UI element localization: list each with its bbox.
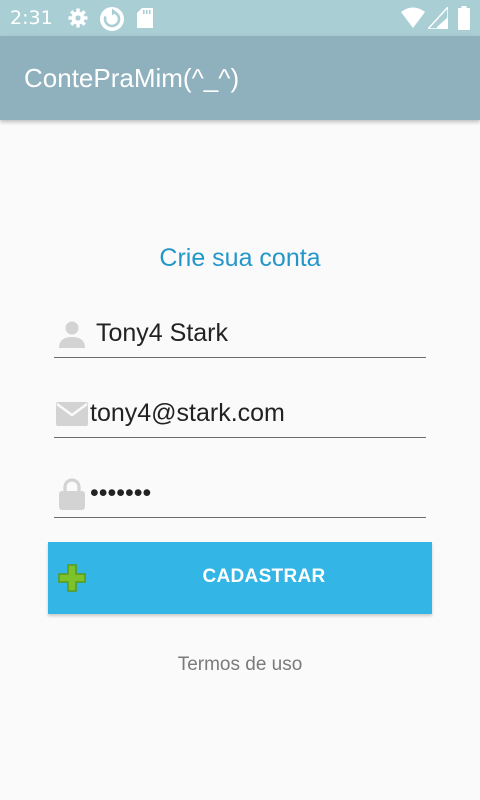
sync-icon (99, 6, 125, 36)
page-heading: Crie sua conta (159, 244, 321, 272)
email-icon (56, 402, 88, 430)
name-field (54, 310, 426, 358)
wifi-icon (401, 7, 425, 33)
password-field (54, 470, 426, 518)
email-input[interactable] (90, 396, 420, 430)
status-time: 2:31 (10, 7, 53, 29)
status-bar: 2:31 (0, 0, 480, 36)
email-field (54, 390, 426, 438)
settings-icon (68, 8, 88, 32)
signal-icon (426, 5, 449, 33)
terms-of-use-link[interactable]: Termos de uso (0, 654, 480, 676)
battery-icon (458, 6, 470, 34)
person-icon (58, 320, 86, 352)
password-input[interactable] (90, 476, 420, 510)
register-button-label: CADASTRAR (202, 566, 326, 587)
lock-icon (59, 478, 85, 514)
register-button[interactable]: CADASTRAR (48, 542, 432, 614)
sd-card-icon (137, 8, 153, 32)
app-bar: ContePraMim(^_^) (0, 36, 480, 120)
app-title: ContePraMim(^_^) (24, 63, 240, 93)
name-input[interactable] (96, 316, 416, 350)
